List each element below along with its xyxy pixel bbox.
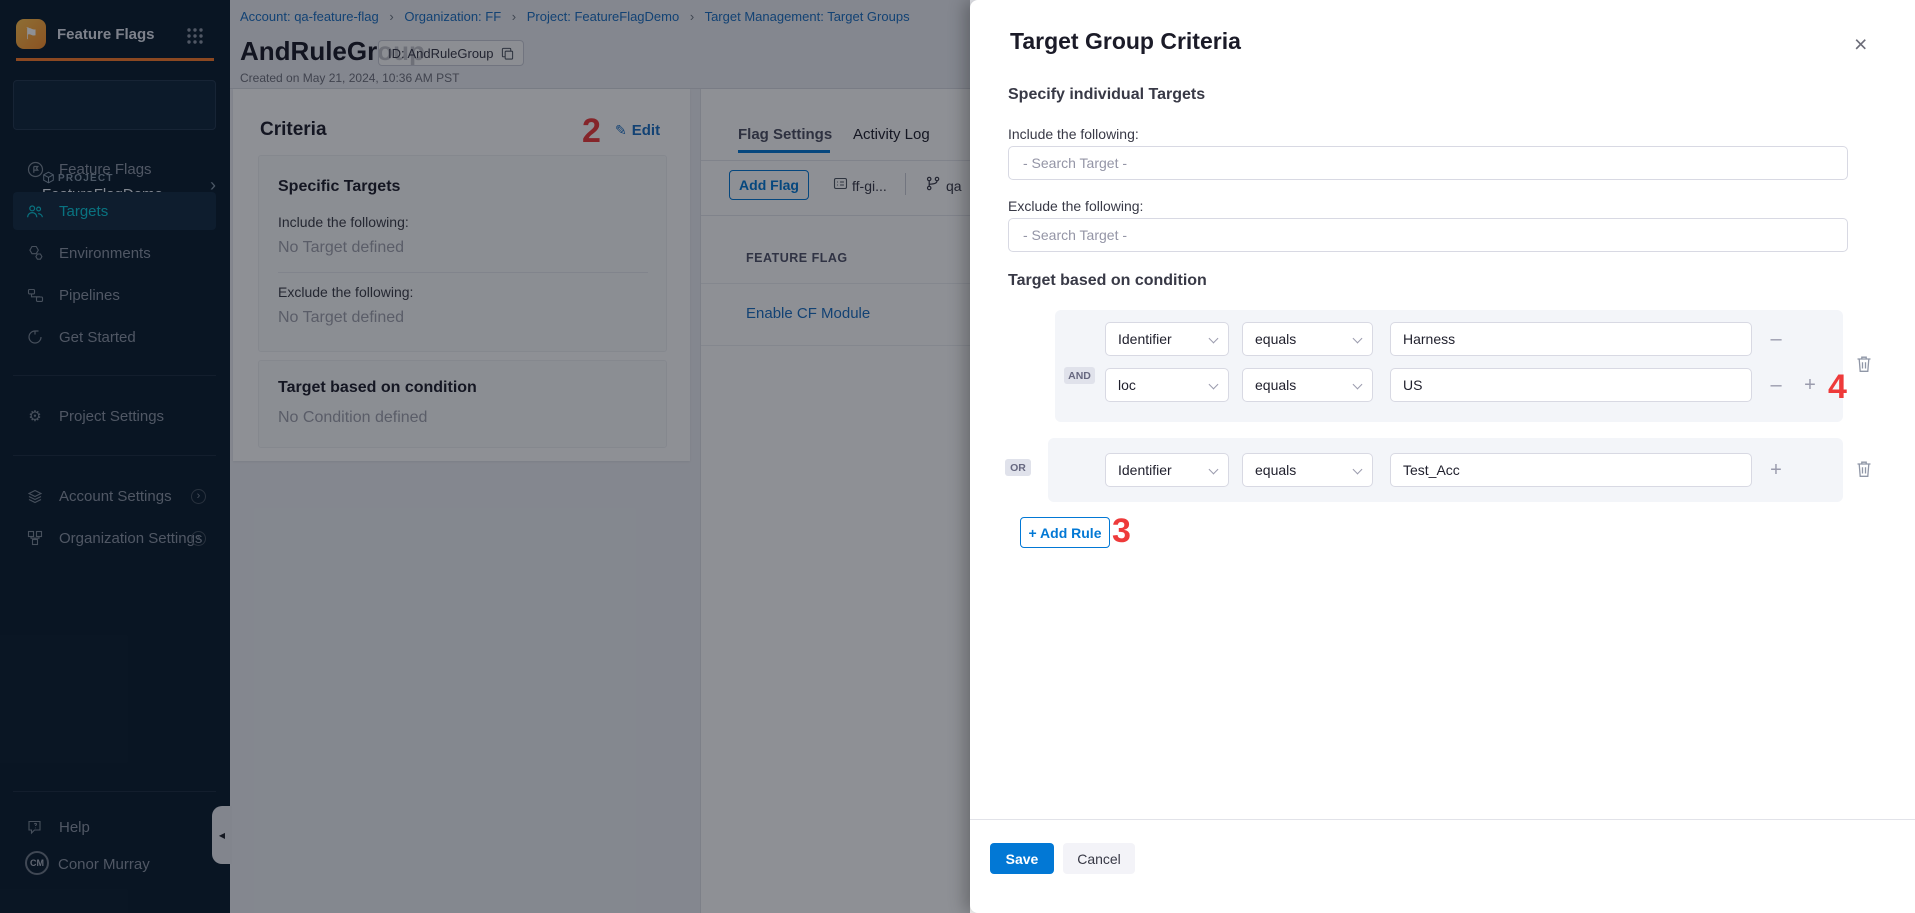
chevron-down-icon [1353,380,1363,390]
remove-row-button[interactable]: – [1763,326,1789,352]
operator-select[interactable]: equals [1242,453,1373,487]
chevron-down-icon [1209,465,1219,475]
footer-divider [970,819,1915,820]
include-following-label: Include the following: [1008,126,1139,142]
exclude-following-label: Exclude the following: [1008,198,1143,214]
individual-targets-heading: Specify individual Targets [1008,86,1205,104]
chevron-down-icon [1209,334,1219,344]
chevron-down-icon [1209,380,1219,390]
add-rule-button[interactable]: + Add Rule [1020,517,1110,548]
attribute-select[interactable]: Identifier [1105,453,1229,487]
save-button[interactable]: Save [990,843,1054,874]
or-joiner-chip: OR [1005,459,1031,476]
modal-overlay[interactable] [0,0,970,913]
condition-value-input[interactable] [1390,368,1752,402]
operator-select[interactable]: equals [1242,322,1373,356]
condition-value-input[interactable] [1390,453,1752,487]
and-joiner-chip: AND [1064,367,1095,384]
operator-select[interactable]: equals [1242,368,1373,402]
condition-heading: Target based on condition [1008,272,1207,290]
condition-value-input[interactable] [1390,322,1752,356]
attribute-select[interactable]: Identifier [1105,322,1229,356]
add-row-button[interactable]: + [1797,372,1823,398]
drawer-title: Target Group Criteria [1010,28,1241,55]
cancel-button[interactable]: Cancel [1063,843,1135,874]
target-group-criteria-drawer: Target Group Criteria × Specify individu… [970,0,1915,913]
delete-rule-group-icon[interactable] [1856,460,1872,478]
chevron-down-icon [1353,334,1363,344]
add-row-button[interactable]: + [1763,457,1789,483]
remove-row-button[interactable]: – [1763,372,1789,398]
include-target-search-input[interactable] [1008,146,1848,180]
annotation-number-4: 4 [1828,368,1847,407]
app-root: ⚑ Feature Flags PROJECT FeatureFlagDemo … [0,0,1915,913]
chevron-down-icon [1353,465,1363,475]
exclude-target-search-input[interactable] [1008,218,1848,252]
annotation-number-3: 3 [1112,512,1131,551]
delete-rule-group-icon[interactable] [1856,355,1872,373]
attribute-select[interactable]: loc [1105,368,1229,402]
close-icon[interactable]: × [1854,33,1867,56]
